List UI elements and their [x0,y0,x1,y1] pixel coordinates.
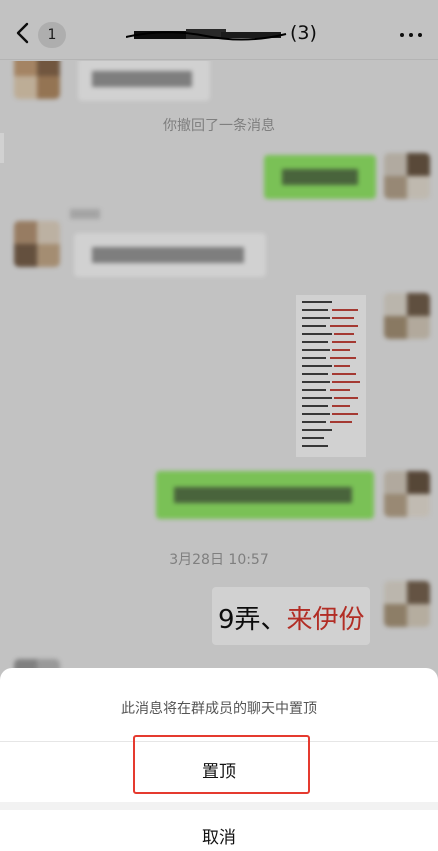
sheet-title: 此消息将在群成员的聊天中置顶 [121,701,317,717]
pin-action-sheet: 此消息将在群成员的聊天中置顶 置顶 取消 [0,668,438,851]
divider [0,802,438,810]
cancel-button[interactable]: 取消 [0,810,438,851]
pin-button-highlight [133,735,310,794]
